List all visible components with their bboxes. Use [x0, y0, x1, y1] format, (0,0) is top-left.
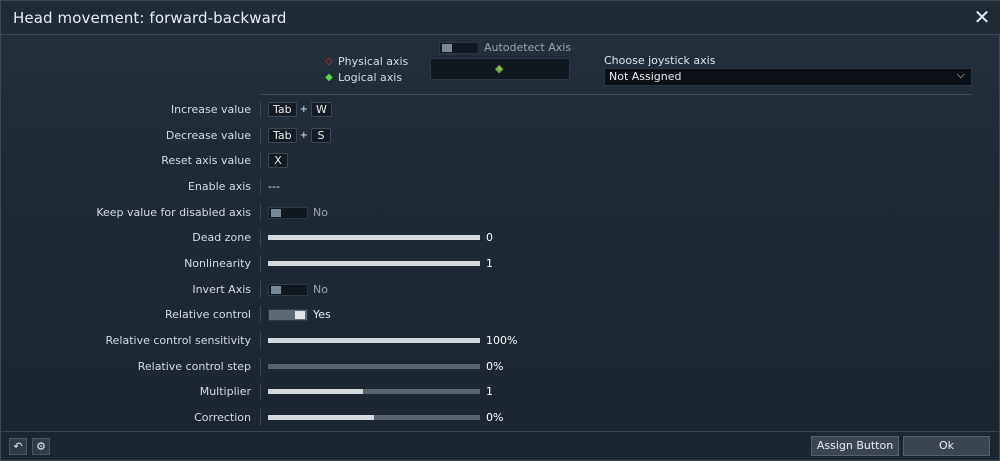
multiplier-slider[interactable] — [268, 389, 480, 394]
relative-step-slider[interactable] — [268, 364, 480, 369]
physical-axis-marker-icon: ◇ — [496, 64, 503, 74]
key-tab[interactable]: Tab — [268, 128, 297, 143]
key-s[interactable]: S — [311, 128, 332, 143]
key-w[interactable]: W — [311, 102, 332, 117]
row-label: Invert Axis — [192, 283, 251, 296]
invert-axis-state: No — [313, 283, 328, 296]
relative-step-value: 0% — [486, 360, 504, 373]
physical-axis-icon: ◇ — [325, 55, 333, 67]
row-decrease-value: Decrease value Tab + S — [1, 123, 1000, 148]
key-x[interactable]: X — [268, 153, 288, 168]
relative-sensitivity-value: 100% — [486, 334, 518, 347]
autodetect-label: Autodetect Axis — [484, 41, 572, 54]
row-label: Dead zone — [192, 231, 251, 244]
dialog-title: Head movement: forward-backward — [13, 9, 287, 27]
row-relative-control: Relative control Yes — [1, 302, 1000, 327]
row-relative-step: Relative control step 0% — [1, 354, 1000, 379]
row-reset-axis: Reset axis value X — [1, 148, 1000, 173]
logical-axis-label: Logical axis — [338, 70, 403, 84]
row-label: Increase value — [170, 103, 251, 116]
row-label: Relative control — [165, 308, 251, 321]
autodetect-axis: Autodetect Axis — [439, 41, 571, 54]
physical-axis-label: Physical axis — [338, 54, 409, 68]
dead-zone-value: 0 — [486, 231, 493, 244]
correction-slider[interactable] — [268, 415, 480, 420]
row-increase-value: Increase value Tab + W — [1, 97, 1000, 122]
divider — [261, 94, 972, 95]
footer-divider — [1, 431, 1000, 432]
keep-value-state: No — [313, 206, 328, 219]
row-relative-sensitivity: Relative control sensitivity 100% — [1, 328, 1000, 353]
axis-preview: ◆ ◇ — [430, 58, 570, 80]
relative-control-state: Yes — [313, 308, 331, 321]
correction-value: 0% — [486, 411, 504, 424]
joystick-axis-label: Choose joystick axis — [604, 54, 716, 67]
row-label: Relative control sensitivity — [105, 334, 252, 347]
assign-button[interactable]: Assign Button — [811, 436, 899, 456]
enable-axis-value[interactable]: --- — [268, 180, 280, 193]
undo-icon[interactable]: ↶ — [9, 438, 27, 455]
row-invert-axis: Invert Axis No — [1, 277, 1000, 302]
dead-zone-slider[interactable] — [268, 235, 480, 240]
multiplier-value: 1 — [486, 385, 493, 398]
row-label: Reset axis value — [161, 154, 251, 167]
row-multiplier: Multiplier 1 — [1, 379, 1000, 404]
joystick-axis-value: Not Assigned — [609, 70, 682, 83]
keep-value-toggle[interactable] — [268, 206, 308, 219]
row-nonlinearity: Nonlinearity 1 — [1, 251, 1000, 276]
logical-axis-icon: ◆ — [325, 71, 333, 83]
plus-sign: + — [299, 130, 309, 141]
row-keep-value: Keep value for disabled axis No — [1, 200, 1000, 225]
row-label: Nonlinearity — [184, 257, 251, 270]
invert-axis-toggle[interactable] — [268, 283, 308, 296]
joystick-settings-icon[interactable]: ⚙ — [32, 438, 50, 455]
chevron-down-icon: ⌵ — [956, 68, 965, 81]
plus-sign: + — [299, 104, 309, 115]
row-dead-zone: Dead zone 0 — [1, 225, 1000, 250]
key-tab[interactable]: Tab — [268, 102, 297, 117]
relative-control-toggle[interactable] — [268, 308, 308, 321]
row-label: Enable axis — [187, 180, 251, 193]
close-icon[interactable]: ✕ — [971, 7, 993, 29]
dialog-window: Head movement: forward-backward ✕ ◇ Phys… — [0, 0, 1000, 461]
axis-legend: ◇ Physical axis ◆ Logical axis — [323, 53, 408, 85]
autodetect-toggle[interactable] — [439, 41, 479, 54]
row-correction: Correction 0% — [1, 405, 1000, 430]
title-bar: Head movement: forward-backward ✕ — [1, 1, 1000, 35]
row-label: Decrease value — [165, 129, 251, 142]
joystick-axis-select[interactable]: Not Assigned ⌵ — [604, 68, 972, 86]
ok-button[interactable]: Ok — [903, 436, 990, 456]
row-label: Correction — [194, 411, 251, 424]
row-label: Relative control step — [137, 360, 251, 373]
relative-sensitivity-slider[interactable] — [268, 338, 480, 343]
nonlinearity-value: 1 — [486, 257, 493, 270]
row-label: Keep value for disabled axis — [96, 206, 251, 219]
row-enable-axis: Enable axis --- — [1, 174, 1000, 199]
nonlinearity-slider[interactable] — [268, 261, 480, 266]
row-label: Multiplier — [199, 385, 251, 398]
